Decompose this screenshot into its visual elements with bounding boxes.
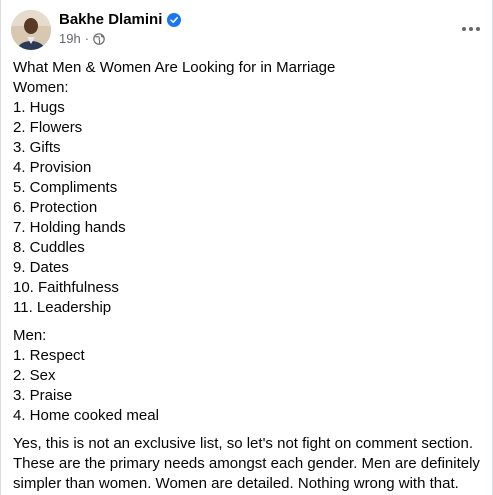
meta-separator: · [84, 31, 90, 46]
list-item: 3. Gifts [13, 139, 61, 156]
post-timestamp[interactable]: 19h [59, 31, 81, 46]
list-item: 1. Respect [13, 347, 85, 364]
list-item: 11. Leadership [13, 299, 112, 316]
post-title: What Men & Women Are Looking for in Marr… [13, 59, 336, 76]
author-row: Bakhe Dlamini [59, 11, 182, 28]
globe-icon[interactable] [93, 32, 105, 45]
author-name[interactable]: Bakhe Dlamini [59, 11, 162, 28]
post-header: Bakhe Dlamini 19h · [11, 10, 481, 50]
post-meta: 19h · [59, 31, 105, 46]
more-options-icon[interactable] [457, 15, 485, 43]
list-item: 9. Dates [13, 259, 69, 276]
closing-paragraph: Yes, this is not an exclusive list, so l… [13, 435, 480, 492]
post-content: What Men & Women Are Looking for in Marr… [13, 58, 483, 494]
avatar[interactable] [11, 10, 51, 50]
list-item: 8. Cuddles [13, 239, 85, 256]
list-item: 3. Praise [13, 387, 73, 404]
list-item: 4. Home cooked meal [13, 407, 159, 424]
list-item: 2. Flowers [13, 119, 83, 136]
verified-badge-icon [167, 12, 182, 27]
women-heading: Women: [13, 79, 69, 96]
list-item: 10. Faithfulness [13, 279, 119, 296]
list-item: 2. Sex [13, 367, 56, 384]
list-item: 5. Compliments [13, 179, 118, 196]
post-card: Bakhe Dlamini 19h · What Men & Women Are… [0, 0, 493, 495]
list-item: 1. Hugs [13, 99, 65, 116]
men-heading: Men: [13, 327, 47, 344]
list-item: 4. Provision [13, 159, 92, 176]
list-item: 7. Holding hands [13, 219, 126, 236]
list-item: 6. Protection [13, 199, 98, 216]
